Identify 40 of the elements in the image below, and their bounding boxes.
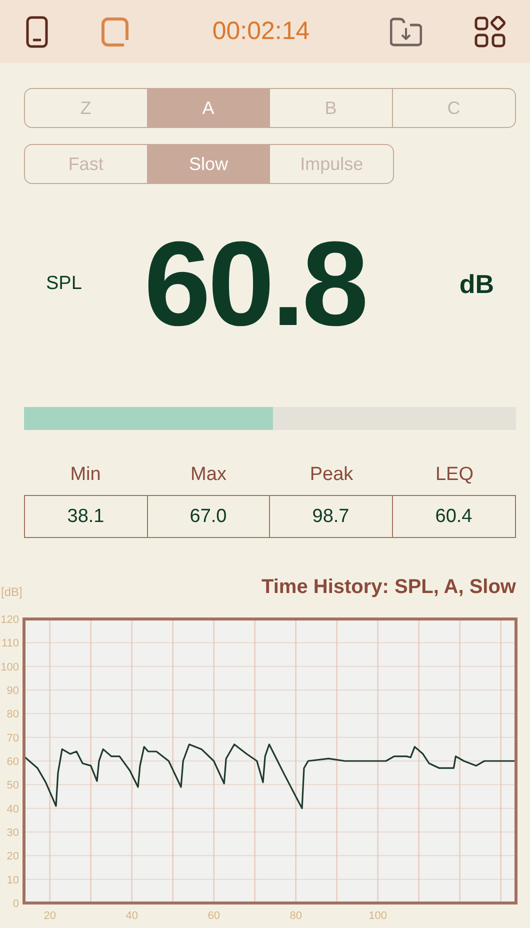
- axis-tick-label: 90: [6, 685, 19, 697]
- measure-label: SPL: [46, 273, 83, 295]
- stat-label: Peak: [310, 464, 354, 485]
- stat-value: 67.0: [148, 496, 270, 537]
- weighting-tab[interactable]: B: [270, 89, 392, 127]
- axis-tick-label: 120: [0, 614, 19, 626]
- axis-tick-label: 100: [368, 910, 387, 922]
- axis-tick-label: 70: [6, 732, 19, 744]
- axis-tick-label: 20: [44, 910, 56, 922]
- phone-icon[interactable]: [26, 16, 48, 48]
- axis-tick-label: 60: [6, 756, 19, 768]
- axis-tick-label: 50: [6, 780, 19, 792]
- stat-value: 98.7: [270, 496, 392, 537]
- apps-icon[interactable]: [474, 16, 506, 48]
- stat-label: Min: [70, 464, 101, 485]
- axis-tick-label: 60: [208, 910, 220, 922]
- axis-tick-label: 80: [6, 708, 19, 721]
- axis-tick-label: 100: [0, 661, 19, 674]
- axis-tick-label: 110: [1, 638, 19, 650]
- stat-value: 60.4: [434, 504, 474, 528]
- download-icon[interactable]: [390, 16, 422, 46]
- timer: 00:02:14: [212, 17, 310, 46]
- chart-title: Time History: SPL, A, Slow: [262, 576, 516, 599]
- stat-label: Max: [190, 464, 226, 485]
- unit-label: dB: [459, 268, 494, 300]
- axis-tick-label: 40: [126, 910, 138, 922]
- response-tab[interactable]: Impulse: [270, 145, 393, 183]
- weighting-tab[interactable]: C: [392, 89, 515, 127]
- stat-value: 38.1: [25, 496, 148, 537]
- axis-tick-label: 0: [12, 898, 19, 910]
- axis-label: [dB]: [1, 585, 22, 599]
- response-tab[interactable]: Slow: [148, 145, 270, 183]
- stat-label: LEQ: [435, 464, 474, 485]
- axis-tick-label: 30: [6, 827, 19, 839]
- axis-tick-label: 20: [6, 850, 19, 863]
- level-value: 60.8: [144, 216, 366, 353]
- axis-tick-label: 10: [6, 874, 19, 886]
- axis-tick-label: 40: [6, 803, 19, 816]
- axis-tick-label: 80: [290, 910, 302, 922]
- weighting-tab[interactable]: A: [148, 89, 270, 127]
